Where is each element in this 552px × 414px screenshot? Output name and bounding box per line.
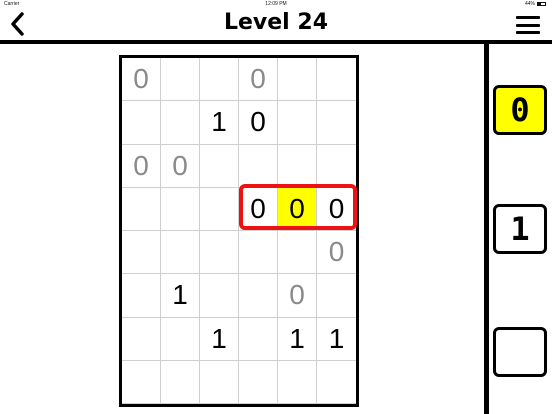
grid-cell: 0 [317,231,356,275]
grid-cell[interactable]: 0 [239,187,278,231]
grid-cell[interactable] [317,58,356,102]
grid-cell[interactable] [200,360,239,404]
grid-cell[interactable] [161,360,200,404]
grid-cell[interactable] [278,101,317,145]
tool-zero-button[interactable]: 0 [493,85,547,135]
menu-button[interactable] [516,16,540,34]
grid-cell[interactable]: 0 [278,187,317,231]
grid-cell: 0 [161,144,200,188]
grid-cell[interactable]: 1 [317,318,356,361]
battery-indicator: 44% [525,1,546,7]
grid-cell[interactable] [278,360,317,404]
grid-cell[interactable] [200,58,239,102]
grid-cell[interactable] [161,101,200,145]
grid-cell: 0 [122,58,161,102]
grid-cell[interactable] [161,231,200,275]
grid-cell[interactable]: 1 [200,101,239,145]
battery-icon [537,2,546,6]
nav-bar: Level 24 [0,8,552,40]
hamburger-icon-line [516,16,540,19]
grid-cell[interactable] [161,317,200,361]
hamburger-icon-line [516,23,540,27]
grid-cell[interactable] [317,101,356,145]
grid-cell[interactable] [278,144,317,188]
grid-cell[interactable] [278,58,317,102]
back-button[interactable] [6,8,28,40]
grid-cell[interactable] [200,187,239,231]
grid-cell[interactable] [317,274,356,318]
grid-cell[interactable] [200,144,239,188]
hamburger-icon-line [516,31,540,34]
grid-cell[interactable] [200,231,239,275]
header-divider [0,40,552,44]
battery-percent: 44% [524,1,535,7]
grid-cell: 0 [278,274,317,318]
grid-cell[interactable] [122,187,161,231]
grid-cell[interactable] [122,317,161,361]
tool-one-button[interactable]: 1 [493,204,547,254]
page-title: Level 24 [223,10,329,35]
grid-cell: 0 [122,144,161,188]
grid-cell[interactable] [317,361,356,404]
chevron-left-icon [11,12,24,36]
grid-cell[interactable]: 1 [200,317,239,361]
grid-cell[interactable] [239,144,278,188]
puzzle-grid: 001000000010111 [119,55,359,407]
grid-cell[interactable] [239,231,278,275]
grid-cell[interactable] [161,58,200,102]
grid-cell[interactable] [122,274,161,318]
grid-cell[interactable]: 1 [161,274,200,318]
grid-cell[interactable] [161,187,200,231]
grid-cell[interactable]: 0 [239,101,278,145]
grid-cell[interactable] [122,231,161,275]
grid-cell[interactable] [317,145,356,188]
grid-cell[interactable] [239,317,278,361]
grid-cell[interactable]: 0 [317,188,356,231]
grid-cell[interactable] [278,231,317,275]
grid-cell: 0 [239,58,278,102]
grid-cell[interactable] [122,360,161,404]
status-time: 12:09 PM [265,1,287,7]
grid-cell[interactable] [239,274,278,318]
grid-cell[interactable] [122,101,161,145]
status-bar: Carrier 12:09 PM 44% [0,0,552,8]
grid-cell[interactable] [200,274,239,318]
tool-erase-button[interactable] [493,327,547,377]
sidebar-divider [484,44,489,414]
grid-cell[interactable]: 1 [278,317,317,361]
grid-cell[interactable] [239,360,278,404]
